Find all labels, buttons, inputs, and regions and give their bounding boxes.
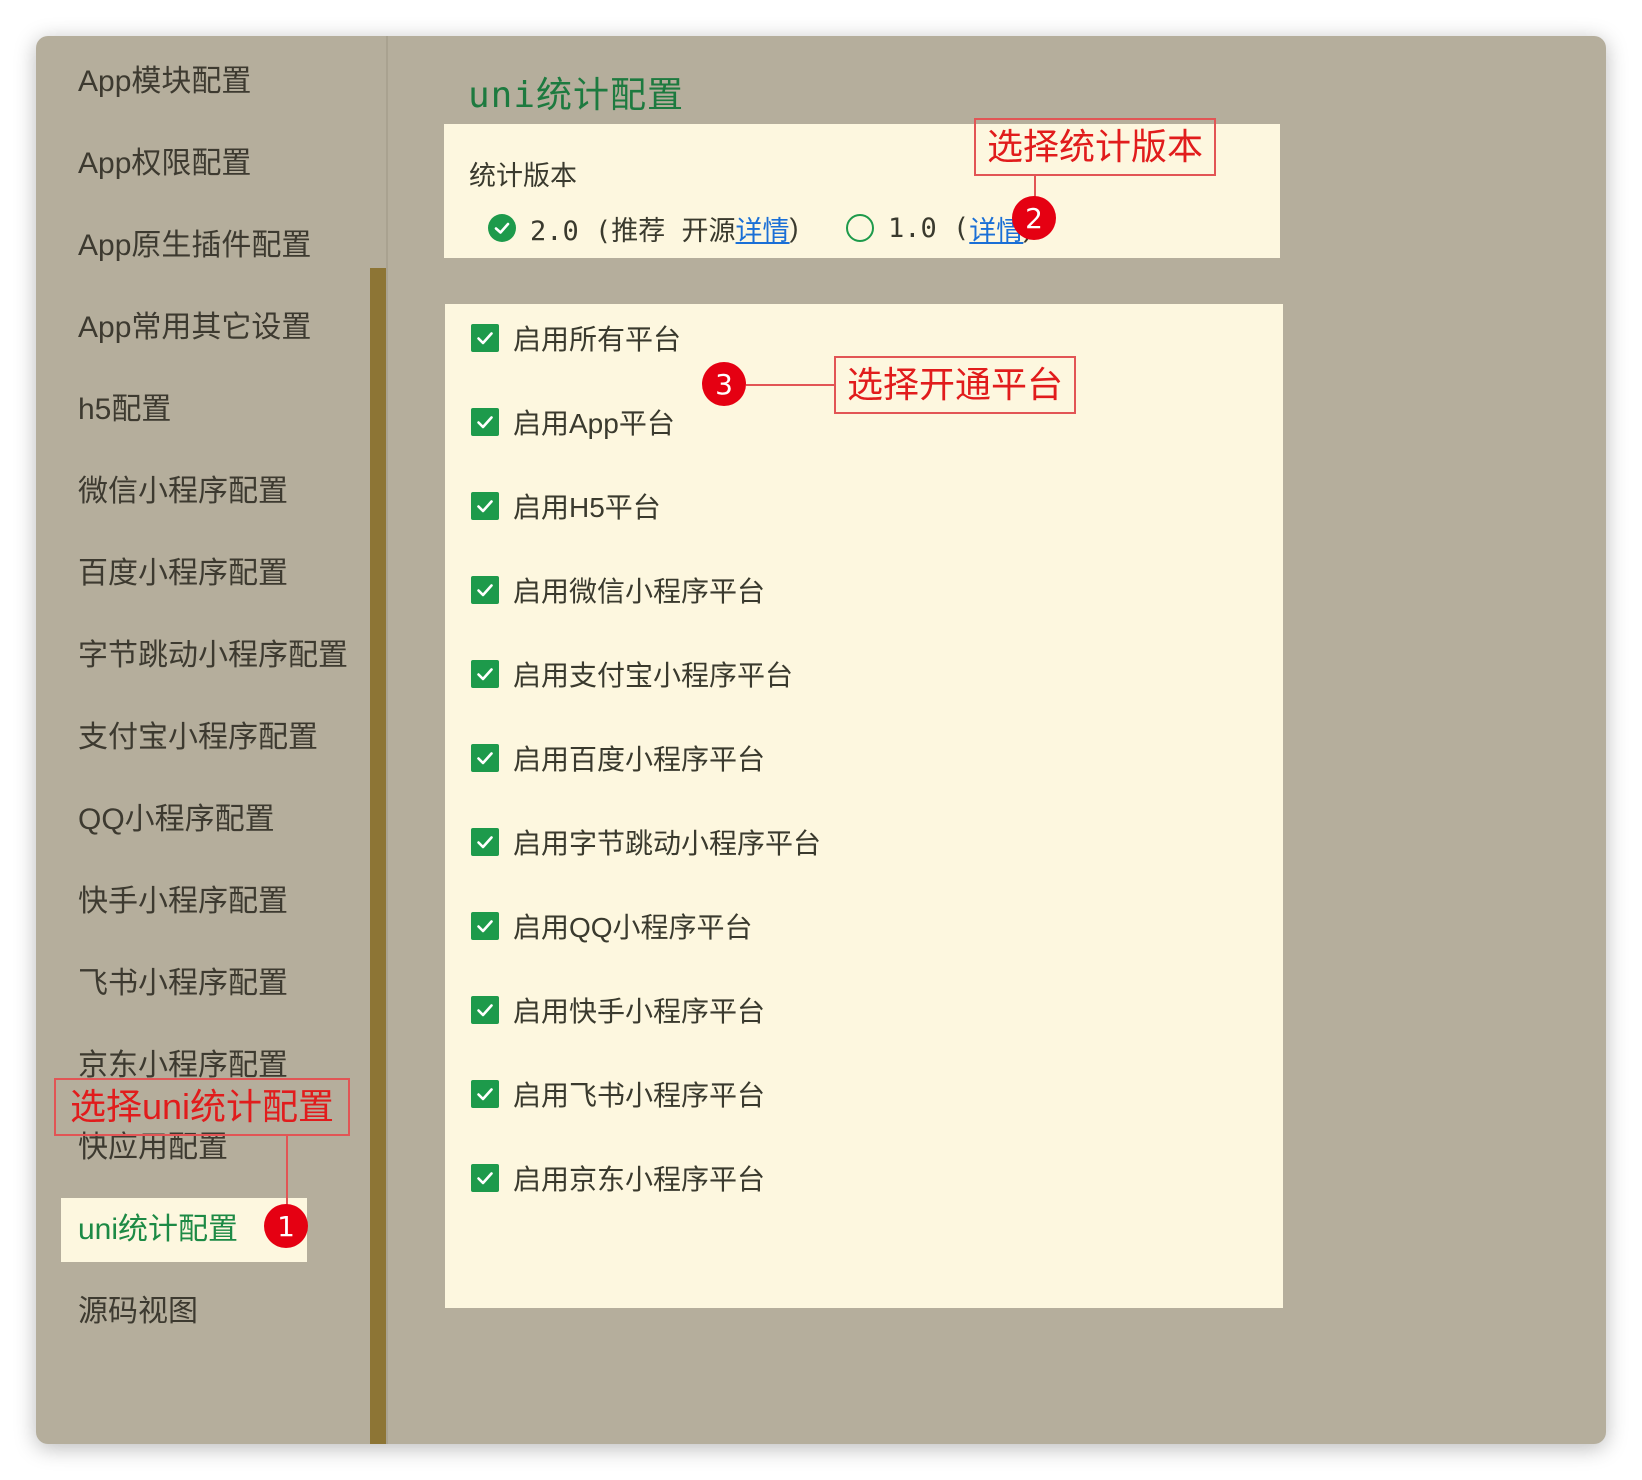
version-option-1-text: 1.0 ( [888,212,970,244]
checkbox-checked-icon[interactable] [471,576,499,604]
radio-checked-icon[interactable] [488,214,516,242]
sidebar-item-qq[interactable]: QQ小程序配置 [61,788,323,852]
checkbox-checked-icon[interactable] [471,660,499,688]
platform-option-label: 启用快手小程序平台 [513,996,766,1027]
sidebar-item-app-other-settings[interactable]: App常用其它设置 [61,296,323,360]
version-label: 统计版本 [469,161,577,191]
platform-option-label: 启用飞书小程序平台 [513,1080,766,1111]
sidebar-item-lark[interactable]: 飞书小程序配置 [61,952,323,1016]
page-title: uni统计配置 [468,75,685,116]
settings-window: App模块配置 App权限配置 App原生插件配置 App常用其它设置 h5配置… [36,36,1606,1444]
sidebar: App模块配置 App权限配置 App原生插件配置 App常用其它设置 h5配置… [36,36,386,1444]
platform-option-all[interactable]: 启用所有平台 [471,320,681,356]
version-option-2-details-link[interactable]: 详情 [736,209,790,248]
platform-option-label: 启用所有平台 [513,324,682,355]
annotation-2-label: 选择统计版本 [974,118,1216,176]
sidebar-item-app-permission[interactable]: App权限配置 [61,132,323,196]
platform-option-qq[interactable]: 启用QQ小程序平台 [471,908,753,944]
checkbox-checked-icon[interactable] [471,324,499,352]
platform-option-toutiao[interactable]: 启用字节跳动小程序平台 [471,824,821,860]
platform-option-app[interactable]: 启用App平台 [471,404,675,440]
platform-option-label: 启用微信小程序平台 [513,576,766,607]
sidebar-scrollbar[interactable] [370,268,386,1444]
annotation-3-badge: 3 [702,362,746,406]
checkbox-checked-icon[interactable] [471,492,499,520]
platform-option-lark[interactable]: 启用飞书小程序平台 [471,1076,765,1112]
version-option-1[interactable]: 1.0 ( 详情 ) [846,210,1032,246]
checkbox-checked-icon[interactable] [471,912,499,940]
platform-panel: 启用所有平台 启用App平台 启用H5平台 启用微信小程序平台 启用支付宝小程序… [445,304,1283,1308]
checkbox-checked-icon[interactable] [471,828,499,856]
sidebar-item-source-view[interactable]: 源码视图 [61,1280,323,1344]
platform-option-jd[interactable]: 启用京东小程序平台 [471,1160,765,1196]
checkbox-checked-icon[interactable] [471,1164,499,1192]
sidebar-item-app-native-plugin[interactable]: App原生插件配置 [61,214,323,278]
sidebar-item-h5[interactable]: h5配置 [61,378,323,442]
annotation-1-connector [286,1136,288,1208]
platform-option-label: 启用QQ小程序平台 [513,912,753,943]
platform-option-label: 启用支付宝小程序平台 [513,660,794,691]
annotation-3-label: 选择开通平台 [834,356,1076,414]
platform-option-label: 启用H5平台 [513,492,661,523]
sidebar-item-alipay[interactable]: 支付宝小程序配置 [61,706,323,770]
platform-option-label: 启用字节跳动小程序平台 [513,828,822,859]
platform-option-alipay[interactable]: 启用支付宝小程序平台 [471,656,793,692]
platform-option-label: 启用App平台 [513,408,675,439]
sidebar-item-weixin[interactable]: 微信小程序配置 [61,460,323,524]
version-option-2-close: ) [789,212,799,243]
platform-option-h5[interactable]: 启用H5平台 [471,488,661,524]
checkbox-checked-icon[interactable] [471,744,499,772]
platform-option-weixin[interactable]: 启用微信小程序平台 [471,572,765,608]
annotation-3-connector [746,384,834,386]
platform-option-baidu[interactable]: 启用百度小程序平台 [471,740,765,776]
sidebar-item-app-module[interactable]: App模块配置 [61,50,323,114]
sidebar-divider [386,36,388,1444]
version-option-2-text: 2.0 (推荐 开源 [530,215,736,247]
platform-option-kuaishou[interactable]: 启用快手小程序平台 [471,992,765,1028]
platform-option-label: 启用百度小程序平台 [513,744,766,775]
sidebar-item-toutiao[interactable]: 字节跳动小程序配置 [61,624,348,688]
checkbox-checked-icon[interactable] [471,408,499,436]
version-option-2[interactable]: 2.0 (推荐 开源 详情 ) [488,209,799,248]
checkbox-checked-icon[interactable] [471,996,499,1024]
annotation-1-badge: 1 [264,1204,308,1248]
radio-unchecked-icon[interactable] [846,214,874,242]
annotation-1-label: 选择uni统计配置 [54,1078,350,1136]
sidebar-item-baidu[interactable]: 百度小程序配置 [61,542,323,606]
platform-option-label: 启用京东小程序平台 [513,1164,766,1195]
checkbox-checked-icon[interactable] [471,1080,499,1108]
sidebar-item-kuaishou[interactable]: 快手小程序配置 [61,870,323,934]
annotation-2-badge: 2 [1012,196,1056,240]
